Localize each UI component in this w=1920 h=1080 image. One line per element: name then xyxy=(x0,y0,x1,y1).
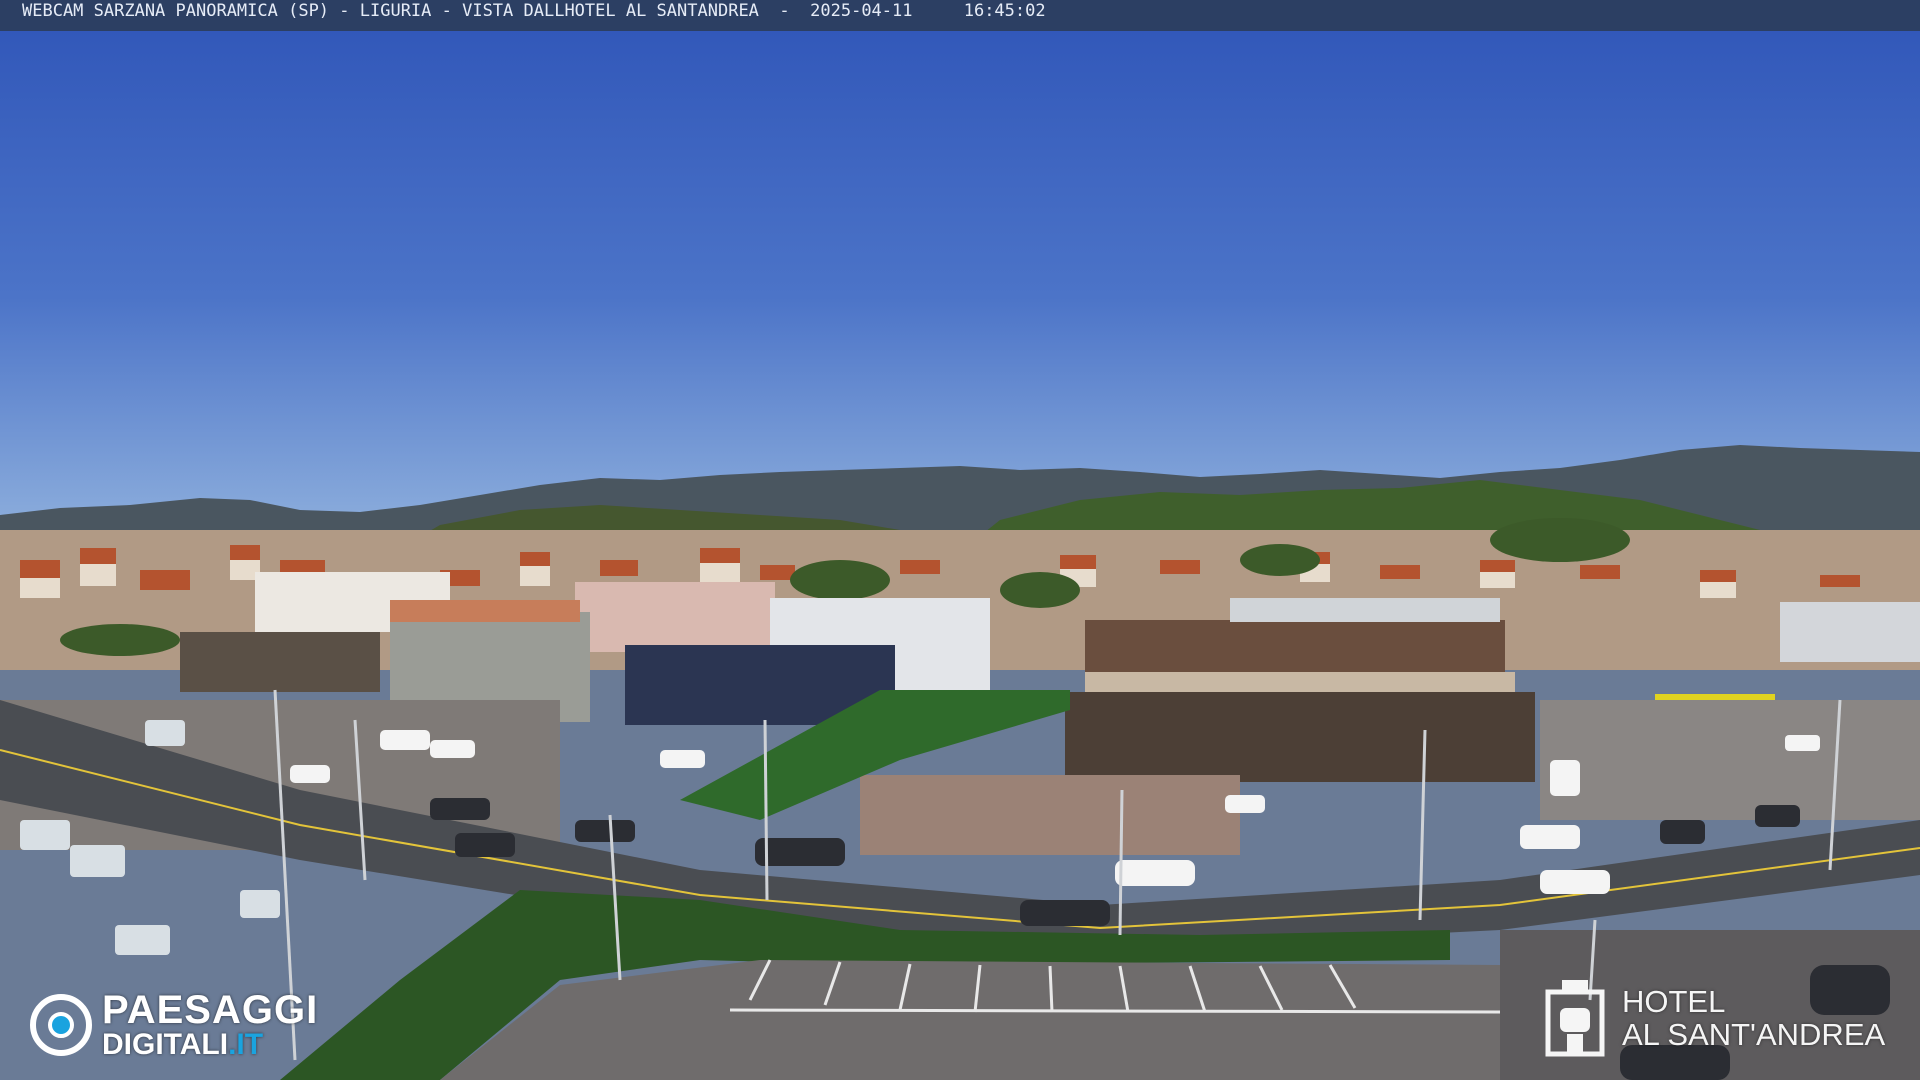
foreground-lot xyxy=(440,960,1560,1080)
central-store-upper xyxy=(1085,620,1505,680)
hotel-wordmark: HOTEL AL SANT'ANDREA xyxy=(1622,985,1885,1051)
title-separator: - xyxy=(769,1,800,21)
hotel-logo: HOTEL AL SANT'ANDREA xyxy=(1540,978,1885,1058)
eye-icon xyxy=(30,994,92,1056)
parking-right xyxy=(1540,700,1920,820)
webcam-scene xyxy=(0,0,1920,1080)
plaza-center xyxy=(860,775,1240,855)
hotel-building-icon xyxy=(1545,980,1605,1057)
logo-line2-main: DIGITALI xyxy=(102,1028,229,1061)
webcam-date: 2025-04-11 xyxy=(810,1,913,21)
webcam-time: 16:45:02 xyxy=(963,1,1046,21)
webcam-title: WEBCAM SARZANA PANORAMICA (SP) - LIGURIA… xyxy=(22,1,759,21)
logo-line1: PAESAGGI xyxy=(102,988,319,1032)
central-store-canopy xyxy=(1085,672,1515,694)
central-store-roof xyxy=(1230,598,1500,622)
pink-building xyxy=(575,582,775,652)
central-store-lower xyxy=(1065,692,1535,782)
timestamp-overlay: WEBCAM SARZANA PANORAMICA (SP) - LIGURIA… xyxy=(0,0,1920,31)
logo-line2-suffix: .IT xyxy=(228,1028,264,1061)
date-time-gap xyxy=(923,0,954,23)
paesaggi-digitali-wordmark: PAESAGGI DIGITALI.IT xyxy=(102,990,318,1060)
paesaggi-digitali-logo: PAESAGGI DIGITALI.IT xyxy=(30,990,318,1060)
pixelated-roof xyxy=(390,600,580,622)
hotel-line2: AL SANT'ANDREA xyxy=(1622,1017,1886,1052)
hotel-line1: HOTEL xyxy=(1622,984,1726,1019)
logo-line2: DIGITALI.IT xyxy=(102,1030,318,1060)
industrial-right xyxy=(1780,602,1920,662)
shop-left xyxy=(180,632,380,692)
